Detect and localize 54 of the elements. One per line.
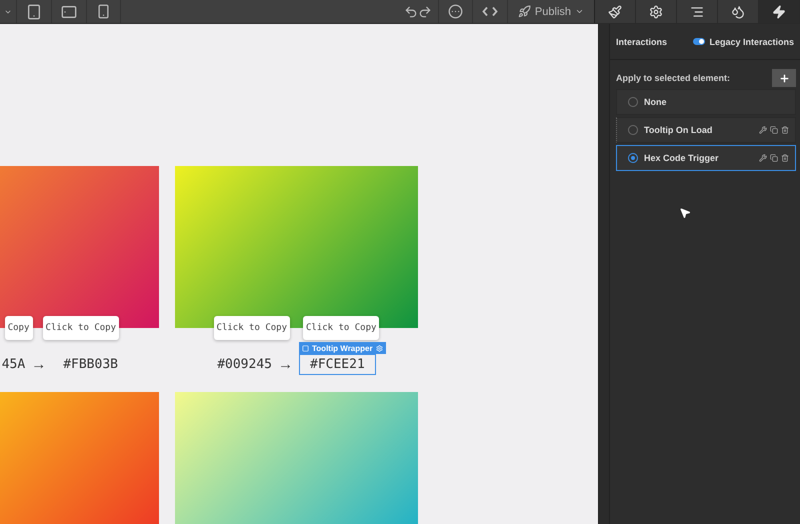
radio-button[interactable] <box>628 125 638 135</box>
wrench-icon <box>759 126 767 134</box>
hex-code: 45A <box>2 357 26 372</box>
copy-button[interactable]: Click to Copy <box>303 316 380 340</box>
item-label: Hex Code Trigger <box>644 153 720 163</box>
copy-button[interactable]: Click to Copy <box>214 316 290 340</box>
tablet-landscape-icon <box>61 4 77 20</box>
duplicate-icon <box>770 126 778 134</box>
hex-code: #FCEE21 <box>310 357 365 372</box>
drops-icon <box>731 4 745 18</box>
lines-icon <box>690 4 704 18</box>
panel-tab[interactable] <box>636 0 677 23</box>
panel-tab[interactable] <box>759 0 800 23</box>
more-icon <box>448 4 463 19</box>
brush-icon <box>608 4 622 18</box>
item-label: Tooltip On Load <box>644 125 714 135</box>
lightning-icon <box>772 4 786 18</box>
wrench-icon <box>759 154 767 162</box>
apply-label: Apply to selected element: <box>616 73 730 83</box>
copy-button[interactable]: Click to Copy <box>42 316 119 340</box>
interaction-item[interactable]: Hex Code Trigger <box>616 145 796 171</box>
hex-code: #FBB03B <box>63 357 118 372</box>
arrow-icon: → <box>31 356 46 373</box>
interaction-item[interactable]: None <box>616 89 796 115</box>
panel-tab[interactable] <box>677 0 718 23</box>
settings-icon[interactable] <box>376 344 383 352</box>
item-label: None <box>644 97 668 107</box>
panel-title: Interactions <box>616 36 668 46</box>
copy-button[interactable]: Copy <box>4 316 33 340</box>
phone-icon <box>96 4 111 19</box>
code-icon <box>482 6 498 17</box>
caret-icon <box>575 7 584 16</box>
toggle-label: Legacy Interactions <box>709 36 794 46</box>
hex-code: #009245 <box>217 357 272 372</box>
add-button[interactable] <box>772 69 796 87</box>
duplicate-icon <box>770 154 778 162</box>
interaction-item[interactable]: Tooltip On Load <box>616 117 796 143</box>
cursor-icon <box>679 207 691 219</box>
legacy-toggle[interactable] <box>693 38 706 45</box>
trash-icon <box>781 126 789 134</box>
element-icon <box>302 344 309 352</box>
plus-icon <box>778 72 790 84</box>
settings-icon <box>649 4 663 18</box>
tag-label: Tooltip Wrapper <box>312 344 373 352</box>
redo-icon[interactable] <box>418 4 432 18</box>
trash-icon <box>781 154 789 162</box>
rocket-icon <box>518 5 531 18</box>
radio-button[interactable] <box>628 97 638 107</box>
undo-icon[interactable] <box>404 4 418 18</box>
panel-tab[interactable] <box>718 0 759 23</box>
arrow-icon: → <box>278 356 293 373</box>
radio-button[interactable] <box>628 153 638 163</box>
tablet-icon <box>26 4 42 20</box>
panel-tab[interactable] <box>595 0 636 23</box>
